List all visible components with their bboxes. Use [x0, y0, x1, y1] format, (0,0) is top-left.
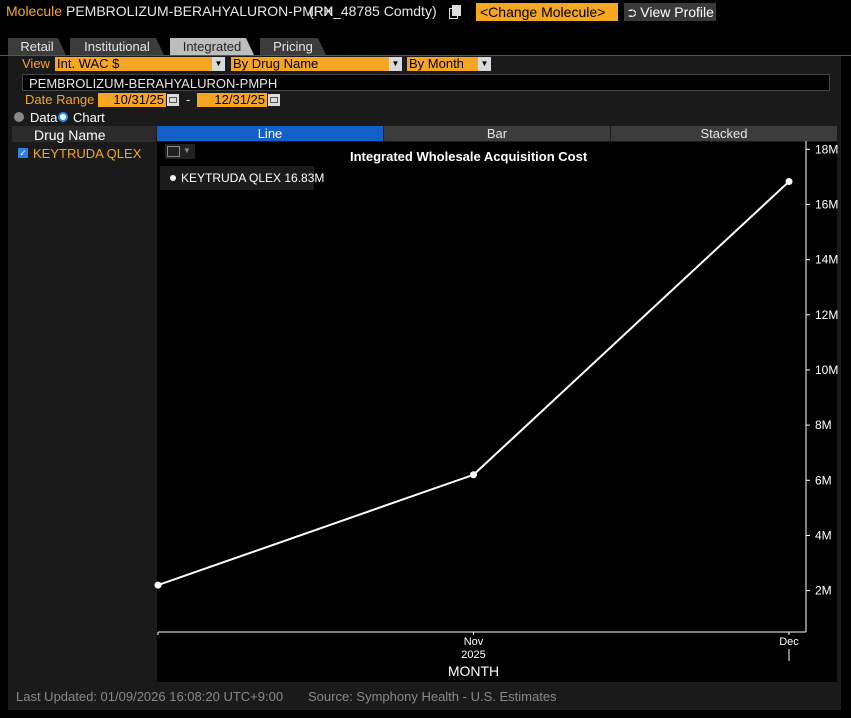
chart-title: Integrated Wholesale Acquisition Cost — [350, 149, 588, 164]
y-tick-label: 6M — [815, 473, 832, 487]
line-chart-icon — [167, 146, 180, 157]
x-axis-label: MONTH — [448, 663, 499, 679]
legend-text: KEYTRUDA QLEX 16.83M — [181, 171, 325, 185]
y-tick-label: 14M — [815, 253, 838, 267]
data-point — [154, 581, 162, 589]
x-tick-label: Nov — [464, 636, 484, 648]
y-tick-label: 2M — [815, 584, 832, 598]
y-tick-label: 10M — [815, 363, 838, 377]
y-tick-label: 12M — [815, 308, 838, 322]
series-line — [157, 180, 790, 587]
x-tick-label: 2025 — [461, 649, 485, 661]
y-tick-label: 8M — [815, 418, 832, 432]
y-tick-label: 16M — [815, 197, 838, 211]
data-point — [785, 178, 793, 186]
data-point — [470, 471, 477, 479]
y-tick-label: 4M — [815, 528, 832, 542]
source-text: Source: Symphony Health - U.S. Estimates — [308, 689, 557, 704]
last-updated: Last Updated: 01/09/2026 16:08:20 UTC+9:… — [16, 689, 284, 704]
y-tick-label: 18M — [815, 142, 838, 156]
legend-marker — [170, 175, 176, 181]
x-tick-label: Dec — [779, 636, 799, 648]
chevron-down-icon: ▼ — [183, 146, 191, 155]
line-chart: 2M 4M 6M 8M 10M 12M 14M 16M 18M Nov2025 Dec MONTH — [154, 141, 838, 679]
chart-style-button[interactable]: ▼ — [165, 144, 195, 159]
